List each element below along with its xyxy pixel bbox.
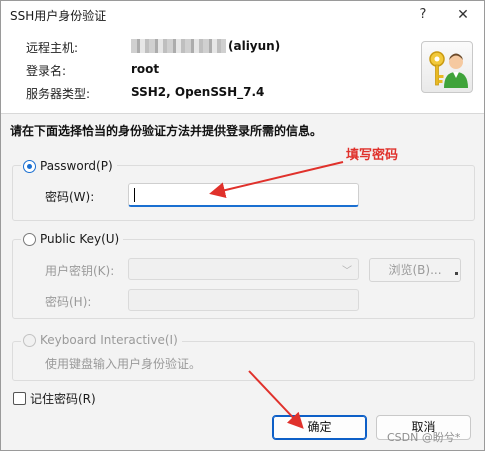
watermark-text: CSDN @盼兮* [387,431,461,444]
browse-button[interactable]: 浏览(B)... [369,258,461,282]
ssh-auth-dialog: SSH用户身份验证 ? ✕ 远程主机: (aliyun) 登录名: root 服… [0,0,485,451]
key-user-icon [421,41,473,93]
user-key-combo[interactable]: ﹀ [128,258,359,280]
help-button[interactable]: ? [408,4,438,26]
login-label: 登录名: [26,64,67,78]
user-key-label: 用户密钥(K): [45,264,115,278]
login-value: root [131,62,160,76]
server-type-label: 服务器类型: [26,87,91,101]
info-separator [1,113,484,114]
password-radio-label: Password(P) [40,159,113,173]
keyboard-interactive-label: Keyboard Interactive(I) [40,333,178,347]
instruction-text: 请在下面选择恰当的身份验证方法并提供登录所需的信息。 [10,124,323,138]
remote-host-label: 远程主机: [26,41,79,55]
dropdown-dot-icon [455,272,458,275]
remote-host-redacted [131,39,226,53]
keyboard-interactive-radio[interactable] [23,333,36,347]
window-title: SSH用户身份验证 [10,9,107,23]
ok-button[interactable]: 确定 [272,415,367,440]
chevron-down-icon: ﹀ [342,266,352,277]
server-type-value: SSH2, OpenSSH_7.4 [131,85,265,99]
keyboard-interactive-description: 使用键盘输入用户身份验证。 [45,357,202,371]
password-input[interactable] [128,183,359,207]
password-radio-option[interactable]: Password(P) [21,159,117,173]
close-button[interactable]: ✕ [448,4,478,26]
keyboard-interactive-radio-option[interactable]: Keyboard Interactive(I) [21,333,182,347]
remember-password-checkbox[interactable] [13,392,26,405]
title-bar: SSH用户身份验证 ? ✕ [1,1,484,29]
public-key-radio[interactable] [23,232,36,246]
public-key-radio-option[interactable]: Public Key(U) [21,232,124,246]
annotation-text: 填写密码 [346,148,399,163]
password-radio[interactable] [23,159,36,173]
passphrase-label: 密码(H): [45,295,92,309]
text-caret [134,188,135,202]
connection-info: 远程主机: (aliyun) 登录名: root 服务器类型: SSH2, Op… [1,29,484,113]
password-field-label: 密码(W): [45,190,95,204]
remember-password-label: 记住密码(R) [30,392,96,406]
remember-password-option[interactable]: 记住密码(R) [13,390,96,407]
public-key-radio-label: Public Key(U) [40,232,120,246]
remote-host-value: (aliyun) [228,39,281,53]
passphrase-input[interactable] [128,289,359,311]
